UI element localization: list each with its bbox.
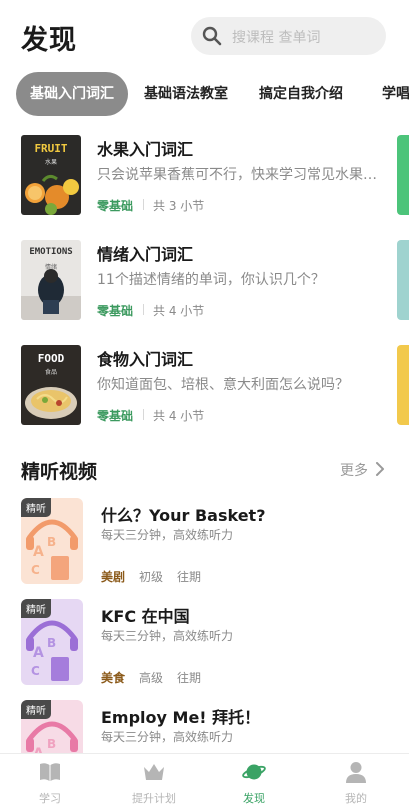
cover-title: FRUIT	[34, 142, 68, 155]
chevron-right-icon[interactable]	[375, 462, 385, 476]
course-level: 零基础	[97, 199, 134, 213]
course-cover-food: FOOD 食品	[21, 345, 81, 425]
tabbar-label: 发现	[243, 792, 265, 805]
next-card-peek[interactable]	[397, 345, 409, 425]
course-item-food[interactable]: FOOD 食品 食物入门词汇 你知道面包、培根、意大利面怎么说吗？ 零基础 共 …	[0, 345, 409, 435]
divider	[143, 199, 144, 210]
search-placeholder: 搜课程 查单词	[232, 30, 321, 46]
video-description: 每天三分钟，高效练听力	[101, 730, 234, 744]
tab-learn-sing[interactable]: 学唱	[382, 72, 409, 116]
video-category-tag: 美剧	[101, 570, 126, 584]
course-title: 食物入门词汇	[97, 350, 194, 369]
video-description: 每天三分钟，高效练听力	[101, 528, 234, 542]
svg-text:B: B	[47, 535, 56, 549]
svg-text:C: C	[31, 664, 40, 678]
svg-text:C: C	[31, 563, 40, 577]
tabbar-item-me[interactable]: 我的	[316, 754, 396, 811]
course-lesson-count: 共 4 小节	[153, 304, 205, 318]
bottom-tab-bar: 学习 提升计划 发现 我的	[0, 753, 409, 811]
book-icon	[40, 763, 60, 781]
video-thumbnail: A B C 精听	[21, 599, 83, 685]
crown-icon	[144, 764, 164, 780]
video-item[interactable]: A B C 精听 什么？Your Basket? 每天三分钟，高效练听力 美剧 …	[0, 498, 409, 584]
video-level: 初级	[139, 570, 164, 584]
course-item-emotions[interactable]: EMOTIONS 情绪 情绪入门词汇 11个描述情绪的单词，你认识几个？ 零基础…	[0, 240, 409, 330]
svg-text:A: A	[33, 645, 44, 661]
video-period: 往期	[177, 570, 202, 584]
section-title: 精听视频	[21, 461, 98, 483]
course-cover-emotions: EMOTIONS 情绪	[21, 240, 81, 320]
cover-title: FOOD	[37, 352, 65, 365]
video-description: 每天三分钟，高效练听力	[101, 629, 234, 643]
search-icon	[202, 26, 222, 46]
divider	[143, 409, 144, 420]
video-title: 什么？Your Basket?	[101, 506, 266, 525]
course-description: 只会说苹果香蕉可不行，快来学习常见水果单词吧	[97, 167, 382, 183]
course-item-fruit[interactable]: FRUIT 水果 水果入门词汇 只会说苹果香蕉可不行，快来学习常见水果单词吧 零…	[0, 135, 409, 225]
video-period: 往期	[177, 671, 202, 685]
cover-subtitle: 水果	[44, 159, 57, 166]
thumbnail-badge: 精听	[21, 498, 51, 517]
cover-subtitle: 食品	[44, 369, 57, 376]
course-title: 水果入门词汇	[97, 140, 194, 159]
tabbar-item-discover[interactable]: 发现	[214, 754, 294, 811]
tabbar-label: 学习	[39, 792, 61, 805]
course-level: 零基础	[97, 304, 134, 318]
thumbnail-badge: 精听	[21, 700, 51, 719]
video-category-tag: 美食	[101, 671, 126, 685]
cover-title: EMOTIONS	[29, 247, 73, 257]
tab-basic-vocab[interactable]: 基础入门词汇	[16, 72, 128, 116]
course-description: 11个描述情绪的单词，你认识几个？	[97, 272, 325, 288]
course-level: 零基础	[97, 409, 134, 423]
tabbar-label: 我的	[345, 792, 367, 805]
video-thumbnail: A B C 精听	[21, 498, 83, 584]
course-description: 你知道面包、培根、意大利面怎么说吗？	[97, 377, 349, 393]
tab-basic-grammar[interactable]: 基础语法教室	[144, 72, 228, 116]
svg-text:B: B	[47, 636, 56, 650]
page-title: 发现	[21, 25, 77, 56]
course-lesson-count: 共 3 小节	[153, 199, 205, 213]
tabbar-item-plan[interactable]: 提升计划	[114, 754, 194, 811]
video-title: Employ Me! 拜托！	[101, 708, 261, 727]
tabbar-label: 提升计划	[132, 792, 176, 805]
next-card-peek[interactable]	[397, 240, 409, 320]
svg-text:B: B	[47, 737, 56, 751]
course-cover-fruit: FRUIT 水果	[21, 135, 81, 215]
section-header-listening: 精听视频 更多	[0, 455, 409, 485]
course-title: 情绪入门词汇	[97, 245, 194, 264]
tabbar-item-study[interactable]: 学习	[10, 754, 90, 811]
header: 发现 搜课程 查单词	[0, 0, 409, 70]
video-level: 高级	[139, 671, 164, 685]
video-item[interactable]: A B C 精听 KFC 在中国 每天三分钟，高效练听力 美食 高级 往期	[0, 599, 409, 685]
tab-self-intro[interactable]: 搞定自我介绍	[259, 72, 343, 116]
more-link[interactable]: 更多	[340, 460, 368, 480]
planet-icon	[242, 764, 266, 780]
course-lesson-count: 共 4 小节	[153, 409, 205, 423]
search-input[interactable]: 搜课程 查单词	[191, 17, 386, 55]
category-tabs: 基础入门词汇 基础语法教室 搞定自我介绍 学唱	[0, 72, 409, 116]
person-icon	[346, 762, 366, 783]
cover-subtitle: 情绪	[44, 264, 57, 271]
svg-text:A: A	[33, 544, 44, 560]
thumbnail-badge: 精听	[21, 599, 51, 618]
next-card-peek[interactable]	[397, 135, 409, 215]
divider	[143, 304, 144, 315]
video-title: KFC 在中国	[101, 607, 190, 626]
